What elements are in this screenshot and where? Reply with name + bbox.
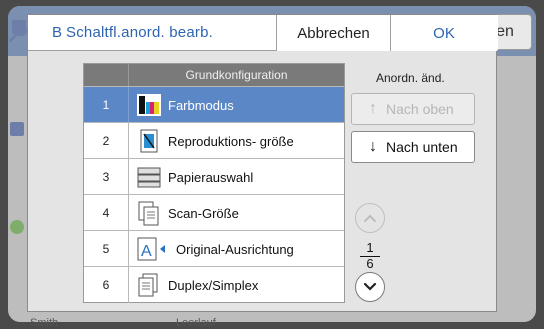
arrow-up-icon: ↑ bbox=[369, 100, 377, 117]
row-label: Farbmodus bbox=[168, 97, 234, 113]
chevron-down-icon bbox=[363, 282, 377, 291]
background-side-icon bbox=[10, 220, 24, 234]
row-label: Papierauswahl bbox=[168, 169, 254, 185]
button-layout-table: Grundkonfiguration 1 Farbmodus 2 Reprodu… bbox=[83, 63, 345, 303]
scan-size-icon bbox=[138, 201, 159, 226]
row-label: Reproduktions- größe bbox=[168, 133, 294, 149]
row-number: 3 bbox=[84, 159, 129, 195]
background-side-icon bbox=[10, 122, 24, 136]
page-current: 1 bbox=[366, 240, 374, 255]
table-header: Grundkonfiguration bbox=[84, 64, 344, 86]
dialog-title-prefix: B bbox=[52, 24, 63, 41]
background-user-name: Smith bbox=[30, 317, 59, 329]
duplex-simplex-icon bbox=[138, 273, 158, 297]
move-down-label: Nach unten bbox=[386, 139, 458, 155]
row-label: Original-Ausrichtung bbox=[176, 241, 294, 257]
move-up-button[interactable]: ↑ Nach oben bbox=[351, 93, 475, 125]
row-label: Duplex/Simplex bbox=[168, 277, 259, 293]
move-up-label: Nach oben bbox=[386, 101, 454, 117]
row-number: 1 bbox=[84, 87, 129, 123]
dialog-title: Schaltfl.anord. bearb. bbox=[66, 24, 213, 41]
reorder-label: Anordn. änd. bbox=[376, 71, 445, 85]
row-number: 5 bbox=[84, 231, 129, 267]
table-row[interactable]: 1 Farbmodus bbox=[84, 86, 344, 123]
background-status-text: Leerlauf bbox=[176, 317, 216, 329]
reproduction-size-icon bbox=[140, 129, 158, 153]
table-row[interactable]: 5 A Original-Ausrichtung bbox=[84, 230, 344, 267]
page-up-button[interactable] bbox=[355, 203, 385, 233]
svg-text:A: A bbox=[141, 243, 152, 260]
color-mode-icon bbox=[137, 94, 161, 116]
table-row[interactable]: 4 Scan-Größe bbox=[84, 194, 344, 231]
arrow-down-icon: ↓ bbox=[369, 138, 377, 155]
edit-button-layout-dialog: B Schaltfl.anord. bearb. Abbrechen OK Gr… bbox=[8, 14, 498, 312]
dialog-header: B Schaltfl.anord. bearb. Abbrechen OK bbox=[8, 15, 498, 51]
table-row[interactable]: 3 Papierauswahl bbox=[84, 158, 344, 195]
paper-tray-icon bbox=[137, 167, 161, 188]
table-row[interactable]: 2 Reproduktions- größe bbox=[84, 122, 344, 159]
row-number: 6 bbox=[84, 267, 129, 303]
row-label: Scan-Größe bbox=[168, 205, 239, 221]
table-row[interactable]: 6 Duplex/Simplex bbox=[84, 266, 344, 303]
chevron-up-icon bbox=[364, 214, 376, 222]
row-number: 4 bbox=[84, 195, 129, 231]
original-orientation-icon: A bbox=[137, 237, 165, 261]
table-header-label: Grundkonfiguration bbox=[185, 68, 288, 82]
table-header-number bbox=[84, 64, 129, 86]
page-down-button[interactable] bbox=[355, 272, 385, 302]
ok-button[interactable]: OK bbox=[390, 15, 497, 51]
cancel-button[interactable]: Abbrechen bbox=[276, 15, 390, 51]
page-total: 6 bbox=[366, 256, 374, 271]
wrench-icon bbox=[8, 23, 28, 43]
move-down-button[interactable]: ↓ Nach unten bbox=[351, 131, 475, 163]
row-number: 2 bbox=[84, 123, 129, 159]
